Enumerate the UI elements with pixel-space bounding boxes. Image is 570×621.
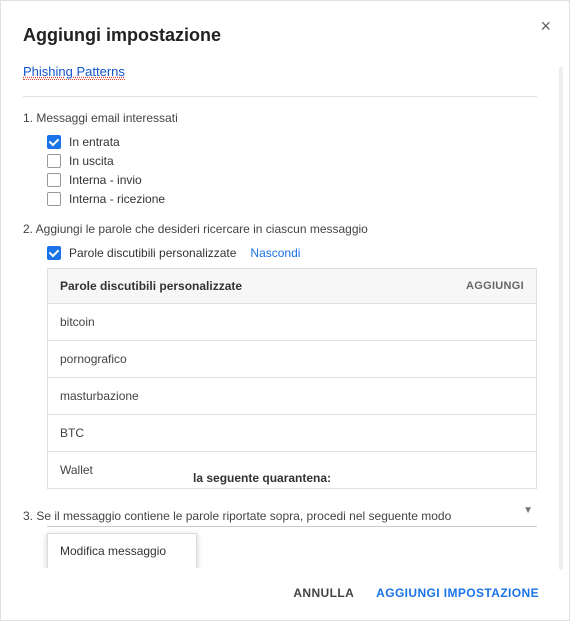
checkbox[interactable] <box>47 173 61 187</box>
section1-label: 1. Messaggi email interessati <box>23 111 537 125</box>
section2: 2. Aggiungi le parole che desideri ricer… <box>23 222 537 489</box>
close-button[interactable]: × <box>540 17 551 35</box>
checkbox-label: In entrata <box>69 135 120 149</box>
section2-label: 2. Aggiungi le parole che desideri ricer… <box>23 222 537 236</box>
custom-words-table: Parole discutibili personalizzate AGGIUN… <box>47 268 537 489</box>
word-row[interactable]: masturbazione <box>48 378 536 415</box>
section3: 3. Se il messaggio contiene le parole ri… <box>23 509 537 527</box>
action-menu: Modifica messaggioRifiuta messaggioMetti… <box>47 533 197 568</box>
setting-name-field[interactable]: Phishing Patterns <box>23 64 537 97</box>
checkbox[interactable] <box>47 154 61 168</box>
table-header-row: Parole discutibili personalizzate AGGIUN… <box>48 269 536 304</box>
word-row[interactable]: bitcoin <box>48 304 536 341</box>
dialog-footer: ANNULLA AGGIUNGI IMPOSTAZIONE <box>23 568 547 604</box>
action-menu-item[interactable]: Modifica messaggio <box>48 534 196 568</box>
affected-messages-option[interactable]: Interna - ricezione <box>47 192 537 206</box>
dialog-content: Phishing Patterns 1. Messaggi email inte… <box>23 64 547 568</box>
setting-name-text: Phishing Patterns <box>23 64 125 80</box>
chevron-down-icon: ▼ <box>523 505 533 516</box>
checkbox[interactable] <box>47 135 61 149</box>
checkbox-label: Interna - invio <box>69 173 142 187</box>
custom-words-toggle-row: Parole discutibili personalizzate Nascon… <box>47 246 537 260</box>
custom-words-checkbox[interactable] <box>47 246 61 260</box>
confirm-button[interactable]: AGGIUNGI IMPOSTAZIONE <box>376 586 539 600</box>
add-word-button[interactable]: AGGIUNGI <box>466 280 524 292</box>
word-row[interactable]: pornografico <box>48 341 536 378</box>
cancel-button[interactable]: ANNULLA <box>293 586 354 600</box>
word-row[interactable]: BTC <box>48 415 536 452</box>
affected-messages-option[interactable]: Interna - invio <box>47 173 537 187</box>
checkbox[interactable] <box>47 192 61 206</box>
affected-messages-option[interactable]: In entrata <box>47 135 537 149</box>
checkbox-label: In uscita <box>69 154 114 168</box>
scrollbar-track[interactable] <box>559 67 563 570</box>
dialog-title: Aggiungi impostazione <box>23 25 547 46</box>
affected-messages-option[interactable]: In uscita <box>47 154 537 168</box>
hide-link[interactable]: Nascondi <box>250 246 300 260</box>
add-setting-dialog: × Aggiungi impostazione Phishing Pattern… <box>0 0 570 621</box>
quarantine-label: la seguente quarantena: <box>193 471 537 485</box>
custom-words-label: Parole discutibili personalizzate <box>69 246 236 260</box>
checkbox-label: Interna - ricezione <box>69 192 165 206</box>
table-header-title: Parole discutibili personalizzate <box>60 279 242 293</box>
